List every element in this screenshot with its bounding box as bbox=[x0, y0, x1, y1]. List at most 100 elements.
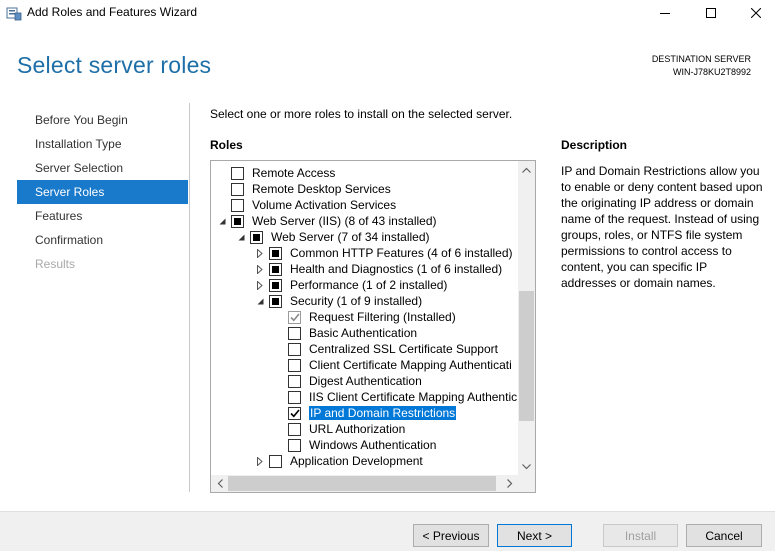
role-tree-item[interactable]: Basic Authentication bbox=[274, 325, 417, 341]
role-checkbox[interactable] bbox=[288, 390, 301, 404]
role-checkbox[interactable] bbox=[269, 454, 282, 468]
scroll-up-icon[interactable] bbox=[518, 161, 535, 178]
wizard-footer: < Previous Next > Install Cancel bbox=[0, 511, 775, 551]
role-tree-item[interactable]: Health and Diagnostics (1 of 6 installed… bbox=[255, 261, 502, 277]
role-label: Remote Access bbox=[252, 166, 336, 180]
close-icon bbox=[751, 8, 761, 18]
nav-item-installation-type[interactable]: Installation Type bbox=[17, 132, 188, 156]
nav-item-results: Results bbox=[35, 257, 76, 271]
role-label: Remote Desktop Services bbox=[252, 182, 391, 196]
cancel-button[interactable]: Cancel bbox=[686, 524, 762, 547]
role-tree-item[interactable]: Application Development bbox=[255, 453, 423, 469]
role-label: Security (1 of 9 installed) bbox=[290, 294, 423, 308]
role-tree-item[interactable]: Security (1 of 9 installed) bbox=[255, 293, 422, 309]
role-tree-item[interactable]: Client Certificate Mapping Authenticati bbox=[274, 357, 512, 373]
role-checkbox[interactable] bbox=[231, 198, 244, 212]
horizontal-scrollbar[interactable] bbox=[211, 475, 518, 492]
collapsed-arrow-icon[interactable] bbox=[255, 453, 265, 469]
expanded-arrow-icon[interactable] bbox=[255, 293, 265, 309]
role-tree-item[interactable]: Windows Authentication bbox=[274, 437, 436, 453]
close-button[interactable] bbox=[733, 0, 775, 26]
role-tree-item[interactable]: Volume Activation Services bbox=[217, 197, 396, 213]
role-tree-item[interactable]: Remote Desktop Services bbox=[217, 181, 391, 197]
role-label: Common HTTP Features (4 of 6 installed) bbox=[290, 246, 513, 260]
roles-tree[interactable]: Remote Access Remote Desktop Services Volu… bbox=[210, 160, 536, 493]
role-tree-item[interactable]: URL Authorization bbox=[274, 421, 405, 437]
role-label: URL Authorization bbox=[309, 422, 406, 436]
role-checkbox[interactable] bbox=[288, 438, 301, 452]
nav-divider bbox=[189, 103, 190, 492]
role-checkbox[interactable] bbox=[269, 262, 282, 276]
scroll-left-icon[interactable] bbox=[211, 475, 228, 492]
role-label: Centralized SSL Certificate Support bbox=[309, 342, 498, 356]
role-tree-item[interactable]: Performance (1 of 2 installed) bbox=[255, 277, 447, 293]
role-tree-item[interactable]: Centralized SSL Certificate Support bbox=[274, 341, 498, 357]
role-checkbox[interactable] bbox=[269, 278, 282, 292]
scroll-right-icon[interactable] bbox=[501, 475, 518, 492]
destination-server-name: WIN-J78KU2T8992 bbox=[672, 67, 751, 77]
role-checkbox[interactable] bbox=[231, 214, 244, 228]
role-label: Application Development bbox=[290, 454, 423, 468]
wizard-nav: Before You Begin Installation Type Serve… bbox=[17, 108, 188, 276]
expanded-arrow-icon[interactable] bbox=[236, 229, 246, 245]
role-checkbox[interactable] bbox=[231, 166, 244, 180]
instructions-text: Select one or more roles to install on t… bbox=[210, 107, 513, 121]
nav-item-confirmation[interactable]: Confirmation bbox=[17, 228, 188, 252]
collapsed-arrow-icon[interactable] bbox=[255, 261, 265, 277]
role-checkbox[interactable] bbox=[288, 374, 301, 388]
vertical-scrollbar[interactable] bbox=[518, 161, 535, 475]
role-tree-item[interactable]: Common HTTP Features (4 of 6 installed) bbox=[255, 245, 513, 261]
window-title: Add Roles and Features Wizard bbox=[27, 5, 198, 19]
role-checkbox[interactable] bbox=[269, 294, 282, 308]
role-tree-item[interactable]: IP and Domain Restrictions bbox=[274, 405, 457, 421]
role-checkbox[interactable] bbox=[288, 422, 301, 436]
collapsed-arrow-icon[interactable] bbox=[255, 277, 265, 293]
role-tree-item[interactable]: Web Server (7 of 34 installed) bbox=[236, 229, 430, 245]
nav-item-server-selection[interactable]: Server Selection bbox=[17, 156, 188, 180]
maximize-icon bbox=[706, 8, 716, 18]
nav-item-server-roles[interactable]: Server Roles bbox=[17, 180, 188, 204]
vertical-scroll-thumb[interactable] bbox=[519, 291, 534, 421]
title-bar: Add Roles and Features Wizard bbox=[0, 0, 775, 26]
role-tree-item[interactable]: Request Filtering (Installed) bbox=[274, 309, 456, 325]
role-tree-item[interactable]: Remote Access bbox=[217, 165, 335, 181]
horizontal-scroll-thumb[interactable] bbox=[228, 476, 496, 491]
description-text: IP and Domain Restrictions allow you to … bbox=[561, 164, 763, 290]
previous-button[interactable]: < Previous bbox=[413, 524, 489, 547]
role-tree-item[interactable]: IIS Client Certificate Mapping Authentic bbox=[274, 389, 517, 405]
role-checkbox[interactable] bbox=[231, 182, 244, 196]
collapsed-arrow-icon[interactable] bbox=[255, 245, 265, 261]
role-label: Windows Authentication bbox=[309, 438, 437, 452]
role-checkbox[interactable] bbox=[288, 342, 301, 356]
minimize-button[interactable] bbox=[642, 0, 688, 26]
role-checkbox[interactable] bbox=[288, 326, 301, 340]
role-checkbox[interactable] bbox=[250, 230, 263, 244]
nav-item-before-you-begin[interactable]: Before You Begin bbox=[17, 108, 188, 132]
next-button[interactable]: Next > bbox=[497, 524, 572, 547]
roles-heading: Roles bbox=[210, 138, 243, 152]
role-tree-item[interactable]: Digest Authentication bbox=[274, 373, 422, 389]
role-label: Basic Authentication bbox=[309, 326, 418, 340]
role-checkbox[interactable] bbox=[288, 406, 301, 420]
scroll-corner bbox=[518, 475, 535, 492]
nav-item-features[interactable]: Features bbox=[17, 204, 188, 228]
role-tree-item[interactable]: Web Server (IIS) (8 of 43 installed) bbox=[217, 213, 437, 229]
minimize-icon bbox=[660, 13, 670, 14]
roles-tree-viewport: Remote Access Remote Desktop Services Volu… bbox=[211, 161, 518, 475]
expanded-arrow-icon[interactable] bbox=[217, 213, 227, 229]
role-label: Volume Activation Services bbox=[252, 198, 397, 212]
role-checkbox[interactable] bbox=[288, 358, 301, 372]
role-checkbox[interactable] bbox=[269, 246, 282, 260]
scroll-down-icon[interactable] bbox=[518, 458, 535, 475]
maximize-button[interactable] bbox=[688, 0, 734, 26]
